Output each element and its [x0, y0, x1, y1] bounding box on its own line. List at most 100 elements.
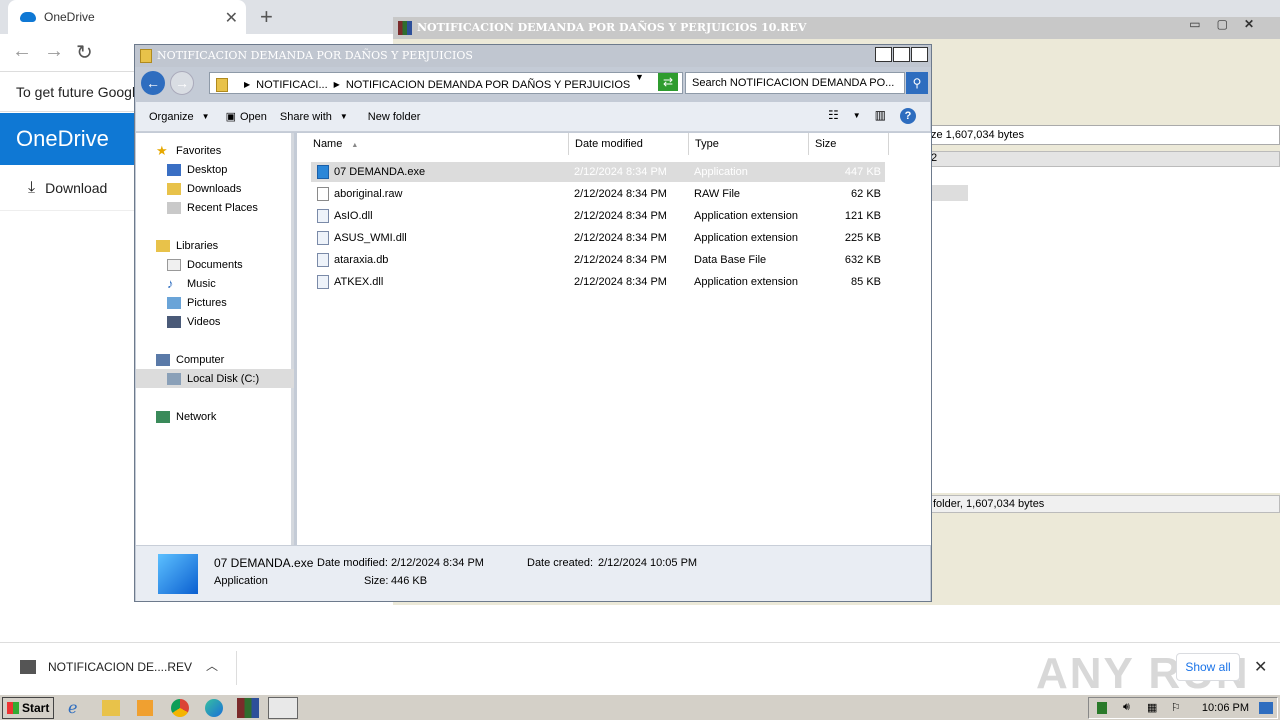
file-size: 62 KB [851, 188, 881, 200]
forward-arrow-icon[interactable]: → [44, 40, 64, 63]
downloads-folder-icon [167, 182, 181, 195]
winrar-selected-row[interactable] [930, 185, 968, 201]
clock[interactable]: 10:06 PM [1202, 702, 1249, 714]
file-date: 2/12/2024 8:34 PM [574, 166, 667, 178]
organize-button[interactable]: Organize ▼ [149, 111, 210, 123]
nav-item-label: Pictures [187, 296, 227, 309]
nav-item-network[interactable]: Network [136, 407, 294, 426]
nav-item-libraries[interactable]: Libraries [136, 236, 294, 255]
file-row[interactable]: ataraxia.db 2/12/2024 8:34 PM Data Base … [311, 250, 885, 270]
nav-item-desktop[interactable]: Desktop [136, 160, 294, 179]
nav-item-label: Local Disk (C:) [187, 372, 260, 385]
explorer-titlebar[interactable]: NOTIFICACION DEMANDA POR DAÑOS Y PERJUIC… [135, 45, 931, 67]
nav-item-label: Downloads [187, 182, 242, 195]
onedrive-download-button[interactable]: ⤓ Download [0, 165, 134, 211]
address-dropdown-icon[interactable]: ▼ [635, 72, 644, 82]
breadcrumb-item-2[interactable]: NOTIFICACION DEMANDA POR DAÑOS Y PERJUIC… [346, 79, 630, 91]
refresh-button[interactable]: ⇄ [658, 73, 678, 91]
nav-item-music[interactable]: ♪ Music [136, 274, 294, 293]
nav-item-label: Computer [176, 353, 225, 366]
column-header-type[interactable]: Type [689, 133, 809, 155]
help-icon[interactable]: ? [900, 108, 916, 124]
back-button[interactable]: ← [141, 71, 165, 95]
column-header-label: Name [313, 138, 343, 150]
file-type: RAW File [694, 188, 741, 200]
action-center-flag-icon[interactable]: ⚐ [1171, 701, 1181, 714]
edge-icon[interactable] [205, 699, 223, 717]
tab-close-icon[interactable]: ✕ [225, 8, 238, 28]
breadcrumb-chevron-icon[interactable]: ▶ [334, 80, 340, 89]
show-desktop-icon[interactable] [1259, 702, 1273, 714]
browser-tab-onedrive[interactable]: OneDrive ✕ [8, 0, 246, 34]
nav-item-favorites[interactable]: ★ Favorites [136, 141, 294, 160]
winrar-window-controls[interactable]: ▭▢✕ [1189, 17, 1270, 31]
winrar-file-list[interactable] [930, 167, 1280, 493]
details-date-modified-label: Date modified: [317, 557, 388, 569]
nav-item-label: Documents [187, 258, 243, 271]
network-tray-icon[interactable]: ▦ [1147, 701, 1157, 714]
nav-item-recent-places[interactable]: Recent Places [136, 198, 294, 217]
battery-icon[interactable] [1097, 702, 1107, 714]
breadcrumb-item-1[interactable]: NOTIFICACI... [256, 79, 328, 91]
preview-pane-icon[interactable]: ▥ [875, 108, 886, 124]
download-bar: NOTIFICACION DE....REV ︿ ANY RUN Show al… [0, 642, 1280, 698]
share-with-button[interactable]: Share with ▼ [280, 111, 348, 123]
chevron-up-icon[interactable]: ︿ [206, 657, 218, 674]
file-row[interactable]: AsIO.dll 2/12/2024 8:34 PM Application e… [311, 206, 885, 226]
address-bar[interactable]: ▶ NOTIFICACI... ▶ NOTIFICACION DEMANDA P… [209, 72, 683, 94]
view-options-icon[interactable]: ☷ [828, 108, 839, 124]
active-window-button[interactable] [268, 697, 298, 719]
folder-icon [140, 49, 152, 63]
sort-ascending-icon: ▲ [351, 142, 359, 149]
file-row[interactable]: ASUS_WMI.dll 2/12/2024 8:34 PM Applicati… [311, 228, 885, 248]
volume-icon[interactable]: 🔊︎ [1123, 701, 1130, 714]
file-list-pane[interactable]: Name ▲ Date modified Type Size 07 DEMAND… [297, 133, 931, 545]
show-all-button[interactable]: Show all [1176, 653, 1240, 681]
nav-item-documents[interactable]: Documents [136, 255, 294, 274]
open-button[interactable]: ▣ Open [226, 110, 267, 124]
winrar-column-header[interactable]: 2 [930, 151, 1280, 167]
nav-item-pictures[interactable]: Pictures [136, 293, 294, 312]
nav-item-videos[interactable]: Videos [136, 312, 294, 331]
download-item-name[interactable]: NOTIFICACION DE....REV [48, 660, 192, 674]
minimize-button[interactable]: _ [875, 47, 892, 62]
column-header-size[interactable]: Size [809, 133, 889, 155]
winrar-taskbar-icon[interactable] [237, 698, 259, 718]
winrar-status-bar: folder, 1,607,034 bytes [930, 495, 1280, 513]
winrar-app-icon [398, 21, 412, 35]
chrome-icon[interactable] [171, 699, 189, 717]
nav-item-label: Network [176, 410, 217, 423]
file-date: 2/12/2024 8:34 PM [574, 210, 667, 222]
close-icon[interactable]: ✕ [1254, 657, 1267, 677]
taskbar: Start ℯ 🔊︎ ▦ ⚐ 10:06 PM [0, 694, 1280, 720]
winrar-info-field: ze 1,607,034 bytes [930, 125, 1280, 145]
command-bar: Organize ▼ ▣ Open Share with ▼ New folde… [136, 102, 930, 132]
column-header-name[interactable]: Name ▲ [297, 133, 569, 155]
close-button[interactable]: ✕ [911, 47, 928, 62]
nav-item-label: Favorites [176, 144, 222, 157]
search-icon[interactable]: ⚲ [906, 72, 928, 94]
file-name: 07 DEMANDA.exe [334, 166, 426, 178]
search-input[interactable]: Search NOTIFICACION DEMANDA PO... [685, 72, 905, 94]
new-folder-button[interactable]: New folder [368, 111, 421, 123]
media-player-icon[interactable] [137, 700, 153, 716]
explorer-folder-icon[interactable] [102, 700, 120, 716]
back-arrow-icon[interactable]: ← [12, 40, 32, 63]
column-header-date-modified[interactable]: Date modified [569, 133, 689, 155]
nav-item-local-disk[interactable]: Local Disk (C:) [136, 369, 294, 388]
reload-icon[interactable]: ↻ [76, 40, 93, 65]
new-tab-button[interactable]: + [260, 4, 273, 30]
start-button[interactable]: Start [2, 697, 54, 719]
forward-button[interactable]: → [170, 71, 194, 95]
winrar-titlebar[interactable]: NOTIFICACION DEMANDA POR DAÑOS Y PERJUIC… [393, 17, 1280, 39]
internet-explorer-icon[interactable]: ℯ [68, 698, 90, 718]
view-dropdown-icon[interactable]: ▼ [853, 108, 861, 124]
file-row[interactable]: ATKEX.dll 2/12/2024 8:34 PM Application … [311, 272, 885, 292]
file-row[interactable]: aboriginal.raw 2/12/2024 8:34 PM RAW Fil… [311, 184, 885, 204]
nav-item-downloads[interactable]: Downloads [136, 179, 294, 198]
maximize-button[interactable]: □ [893, 47, 910, 62]
nav-item-label: Videos [187, 315, 221, 328]
nav-item-computer[interactable]: Computer [136, 350, 294, 369]
breadcrumb-chevron-icon[interactable]: ▶ [244, 80, 250, 89]
file-row[interactable]: 07 DEMANDA.exe 2/12/2024 8:34 PM Applica… [311, 162, 885, 182]
